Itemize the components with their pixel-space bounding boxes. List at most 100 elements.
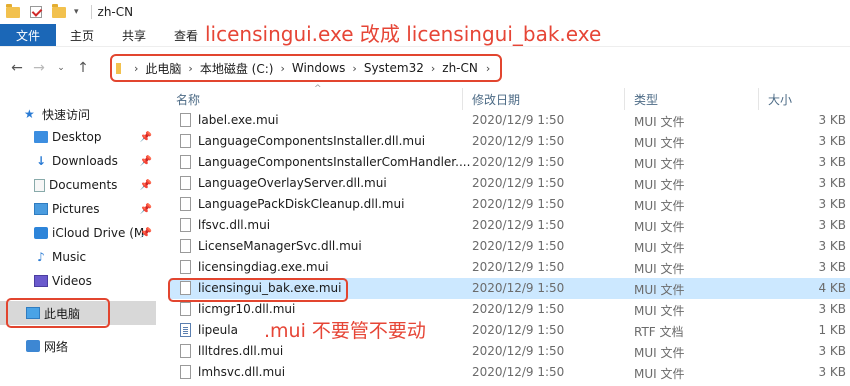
window-title: zh-CN: [97, 5, 134, 19]
address-bar[interactable]: › 此电脑 › 本地磁盘 (C:) › Windows › System32 ›…: [110, 54, 502, 82]
column-header-size[interactable]: 大小: [768, 88, 792, 110]
file-name: LanguageComponentsInstaller.dll.mui: [198, 134, 426, 148]
pin-icon[interactable]: 📌: [140, 132, 152, 143]
star-icon: ★: [24, 107, 35, 121]
sidebar-item-desktop[interactable]: Desktop 📌: [0, 125, 160, 149]
navigation-bar: ← → ⌄ ↑ › 此电脑 › 本地磁盘 (C:) › Windows › Sy…: [0, 46, 850, 88]
chevron-right-icon[interactable]: ›: [352, 62, 356, 75]
file-icon: [180, 176, 191, 190]
file-icon: [180, 113, 191, 127]
up-arrow-icon[interactable]: ↑: [72, 60, 94, 76]
file-icon: [180, 239, 191, 253]
file-icon: [180, 134, 191, 148]
sidebar-item-quick-access[interactable]: ★ 快速访问: [0, 102, 160, 126]
file-type: MUI 文件: [634, 241, 685, 255]
file-icon: [180, 155, 191, 169]
dropdown-icon[interactable]: ▾: [74, 7, 79, 17]
file-row[interactable]: LanguageComponentsInstallerComHandler...…: [170, 152, 850, 173]
address-folder-icon: [116, 62, 121, 74]
pictures-icon: [34, 203, 48, 215]
sidebar-item-label: Downloads: [52, 154, 118, 168]
file-row[interactable]: LanguagePackDiskCleanup.dll.mui 2020/12/9…: [170, 194, 850, 215]
sidebar-item-documents[interactable]: Documents 📌: [0, 173, 160, 197]
file-size: 3 KB: [818, 260, 846, 274]
file-size: 3 KB: [818, 197, 846, 211]
highlight-box-renamed-file: [168, 278, 348, 302]
sidebar-item-network[interactable]: 网络: [0, 334, 160, 358]
file-row[interactable]: lmhsvc.dll.mui 2020/12/9 1:50 MUI 文件 3 KB: [170, 362, 850, 383]
file-name: lfsvc.dll.mui: [198, 218, 271, 232]
file-name: licensingdiag.exe.mui: [198, 260, 329, 274]
file-name: LicenseManagerSvc.dll.mui: [198, 239, 362, 253]
properties-check-icon[interactable]: [30, 6, 42, 18]
file-size: 3 KB: [818, 155, 846, 169]
recent-dropdown-icon[interactable]: ⌄: [50, 63, 72, 73]
file-date: 2020/12/9 1:50: [472, 218, 565, 232]
pin-icon[interactable]: 📌: [140, 204, 152, 215]
file-row[interactable]: llltdres.dll.mui 2020/12/9 1:50 MUI 文件 3 KB: [170, 341, 850, 362]
new-folder-icon[interactable]: [52, 3, 66, 18]
file-row[interactable]: LicenseManagerSvc.dll.mui 2020/12/9 1:50 M…: [170, 236, 850, 257]
file-type: MUI 文件: [634, 367, 685, 381]
chevron-right-icon[interactable]: ›: [280, 62, 284, 75]
column-divider[interactable]: [462, 88, 463, 110]
sidebar-item-music[interactable]: ♪ Music: [0, 245, 160, 269]
desktop-icon: [34, 131, 48, 143]
file-name: LanguageComponentsInstallerComHandler...…: [198, 155, 471, 169]
pin-icon[interactable]: 📌: [140, 180, 152, 191]
file-type: MUI 文件: [634, 178, 685, 192]
breadcrumb-windows[interactable]: Windows: [292, 61, 346, 75]
icloud-icon: [34, 227, 48, 239]
navigation-pane: ★ 快速访问 Desktop 📌 ↓ Downloads 📌 Documents…: [0, 88, 160, 386]
file-type: MUI 文件: [634, 136, 685, 150]
file-type: MUI 文件: [634, 346, 685, 360]
sidebar-item-downloads[interactable]: ↓ Downloads 📌: [0, 149, 160, 173]
sidebar-item-label: 网络: [44, 339, 69, 354]
tab-home[interactable]: 主页: [56, 24, 108, 46]
file-name: lipeula: [198, 323, 238, 337]
breadcrumb-this-pc[interactable]: 此电脑: [145, 60, 181, 77]
file-size: 3 KB: [818, 113, 846, 127]
title-separator: [90, 5, 92, 19]
column-divider[interactable]: [624, 88, 625, 110]
pin-icon[interactable]: 📌: [140, 228, 152, 239]
pin-icon[interactable]: 📌: [140, 156, 152, 167]
column-header-date[interactable]: 修改日期: [472, 88, 520, 110]
file-name: licmgr10.dll.mui: [198, 302, 296, 316]
file-row[interactable]: lfsvc.dll.mui 2020/12/9 1:50 MUI 文件 3 KB: [170, 215, 850, 236]
file-row[interactable]: licensingdiag.exe.mui 2020/12/9 1:50 MUI 文…: [170, 257, 850, 278]
file-size: 3 KB: [818, 239, 846, 253]
sidebar-item-label: 快速访问: [42, 107, 91, 122]
sidebar-item-icloud-drive[interactable]: iCloud Drive (M 📌: [0, 221, 160, 245]
file-icon: [180, 260, 191, 274]
sidebar-item-label: Videos: [52, 274, 92, 288]
breadcrumb-local-disk[interactable]: 本地磁盘 (C:): [200, 60, 274, 77]
chevron-right-icon[interactable]: ›: [431, 62, 435, 75]
tab-file[interactable]: 文件: [0, 24, 57, 46]
forward-arrow-icon[interactable]: →: [28, 60, 50, 76]
column-divider[interactable]: [758, 88, 759, 110]
file-size: 1 KB: [818, 323, 846, 337]
chevron-right-icon[interactable]: ›: [134, 62, 138, 75]
tab-share[interactable]: 共享: [108, 24, 160, 46]
file-date: 2020/12/9 1:50: [472, 323, 565, 337]
network-icon: [26, 340, 40, 352]
breadcrumb-system32[interactable]: System32: [364, 61, 424, 75]
file-row[interactable]: LanguageComponentsInstaller.dll.mui 2020/…: [170, 131, 850, 152]
sidebar-item-pictures[interactable]: Pictures 📌: [0, 197, 160, 221]
file-type: RTF 文档: [634, 325, 684, 339]
file-date: 2020/12/9 1:50: [472, 176, 565, 190]
chevron-right-icon[interactable]: ›: [188, 62, 192, 75]
chevron-right-icon[interactable]: ›: [486, 62, 490, 75]
file-size: 3 KB: [818, 344, 846, 358]
file-date: 2020/12/9 1:50: [472, 281, 565, 295]
column-header-name[interactable]: 名称: [176, 88, 200, 110]
column-header-type[interactable]: 类型: [634, 88, 658, 110]
back-arrow-icon[interactable]: ←: [6, 60, 28, 76]
file-date: 2020/12/9 1:50: [472, 239, 565, 253]
file-row[interactable]: LanguageOverlayServer.dll.mui 2020/12/9 1…: [170, 173, 850, 194]
breadcrumb-zh-cn[interactable]: zh-CN: [442, 61, 478, 75]
file-row[interactable]: label.exe.mui 2020/12/9 1:50 MUI 文件 3 KB: [170, 110, 850, 131]
sidebar-item-videos[interactable]: Videos: [0, 269, 160, 293]
sidebar-item-label: iCloud Drive (M: [52, 226, 145, 240]
